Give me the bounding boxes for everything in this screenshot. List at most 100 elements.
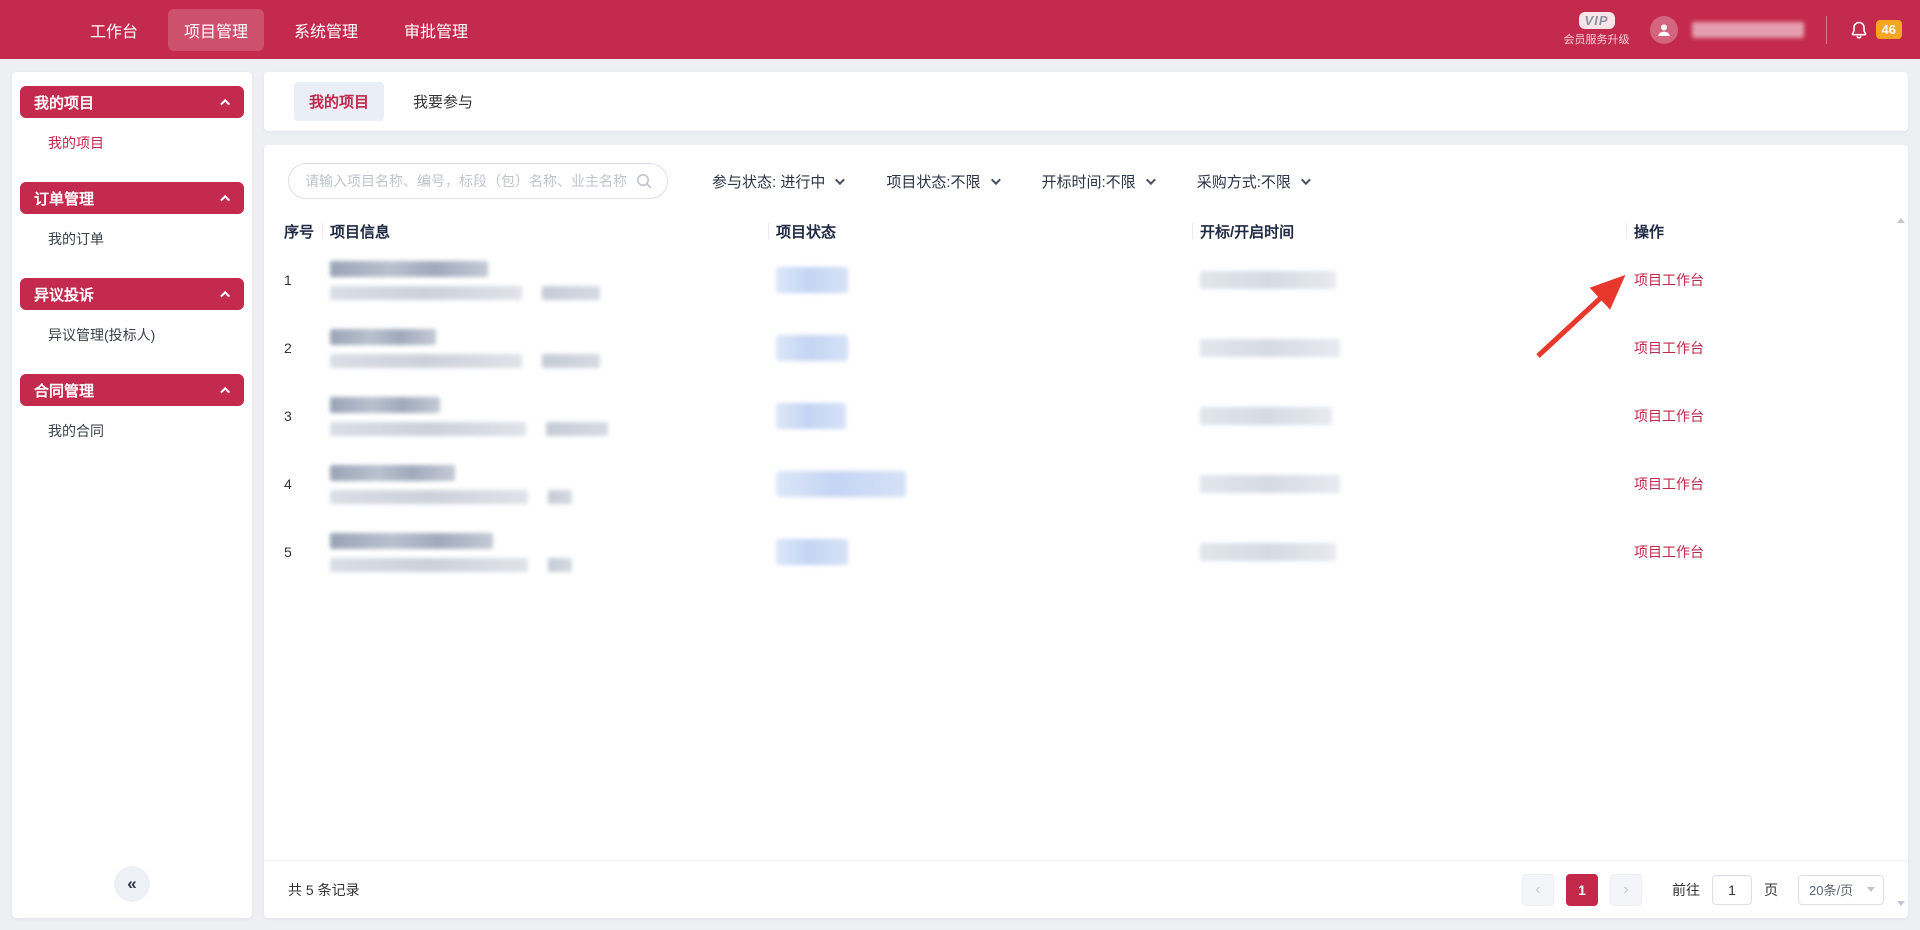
scrollbar-down-arrow[interactable] (1897, 901, 1905, 906)
project-info-redacted (322, 518, 768, 586)
redacted-project-tag (548, 490, 572, 504)
sidebar-group-objection-complaint[interactable]: 异议投诉 (20, 278, 244, 310)
search-input[interactable] (305, 173, 635, 189)
row-index: 4 (284, 476, 292, 492)
table-row: 5 项目工作台 (276, 518, 1894, 586)
filter-label: 参与状态: 进行中 (712, 171, 825, 192)
notification-count-badge: 46 (1876, 20, 1902, 39)
redacted-project-meta (330, 422, 526, 436)
opening-time-redacted (1200, 543, 1336, 561)
pagination-bar: 共 5 条记录 ‹ 1 › 前往 页 20条/页 (264, 860, 1908, 918)
status-badge-redacted (776, 539, 848, 565)
redacted-project-meta (330, 354, 522, 368)
topbar-divider (1826, 16, 1827, 44)
project-workbench-link[interactable]: 项目工作台 (1634, 474, 1704, 494)
chevron-up-icon (220, 290, 230, 300)
sidebar-collapse-button[interactable]: « (114, 866, 150, 902)
project-workbench-link[interactable]: 项目工作台 (1634, 542, 1704, 562)
table-body: 1 项目工作台 2 项目工作台 (264, 246, 1908, 586)
prev-page-button[interactable]: ‹ (1522, 874, 1554, 906)
total-records-label: 共 5 条记录 (288, 880, 360, 900)
opening-time-redacted (1200, 475, 1340, 493)
table-row: 4 项目工作台 (276, 450, 1894, 518)
filter-project-status[interactable]: 项目状态:不限 (886, 171, 997, 192)
chevron-right-icon: › (1623, 881, 1628, 899)
row-index: 1 (284, 272, 292, 288)
column-header-project-status: 项目状态 (768, 216, 1192, 246)
filter-participation-status[interactable]: 参与状态: 进行中 (712, 171, 842, 192)
sidebar-group-contract-management[interactable]: 合同管理 (20, 374, 244, 406)
status-badge-redacted (776, 267, 848, 293)
scrollbar-up-arrow[interactable] (1897, 218, 1905, 223)
person-icon (1656, 22, 1672, 38)
username-redacted (1692, 22, 1804, 38)
redacted-project-title (330, 397, 440, 413)
avatar[interactable] (1650, 16, 1678, 44)
table-row: 3 项目工作台 (276, 382, 1894, 450)
sidebar-item-my-projects[interactable]: 我的项目 (12, 118, 252, 168)
nav-item-approval-management[interactable]: 审批管理 (388, 9, 484, 51)
chevron-down-icon (835, 175, 845, 185)
page-size-select[interactable]: 20条/页 (1798, 875, 1884, 905)
sidebar-item-my-contracts[interactable]: 我的合同 (12, 406, 252, 456)
row-index: 3 (284, 408, 292, 424)
chevron-down-icon (1146, 175, 1156, 185)
project-workbench-link[interactable]: 项目工作台 (1634, 406, 1704, 426)
status-badge-redacted (776, 471, 906, 497)
column-header-actions: 操作 (1626, 216, 1894, 246)
tab-my-projects[interactable]: 我的项目 (294, 82, 384, 121)
goto-page-label: 前往 (1672, 880, 1700, 900)
tab-i-want-to-participate[interactable]: 我要参与 (398, 82, 488, 121)
sidebar-group-label: 我的项目 (34, 92, 94, 113)
page-unit-label: 页 (1764, 880, 1778, 900)
sidebar-item-objection-management[interactable]: 异议管理(投标人) (12, 310, 252, 360)
opening-time-redacted (1200, 407, 1332, 425)
search-box[interactable] (288, 163, 668, 199)
nav-item-project-management[interactable]: 项目管理 (168, 9, 264, 51)
project-workbench-link[interactable]: 项目工作台 (1634, 270, 1704, 290)
status-badge-redacted (776, 403, 846, 429)
status-badge-redacted (776, 335, 848, 361)
filter-procurement-method[interactable]: 采购方式:不限 (1197, 171, 1308, 192)
tab-bar: 我的项目 我要参与 (264, 72, 1908, 131)
sidebar-item-my-orders[interactable]: 我的订单 (12, 214, 252, 264)
column-header-index: 序号 (276, 216, 322, 246)
nav-item-workbench[interactable]: 工作台 (74, 9, 154, 51)
filter-bid-opening-time[interactable]: 开标时间:不限 (1042, 171, 1153, 192)
redacted-project-title (330, 261, 488, 277)
sidebar-group-order-management[interactable]: 订单管理 (20, 182, 244, 214)
project-list-panel: 参与状态: 进行中 项目状态:不限 开标时间:不限 采购方式:不限 序号 项目信… (264, 145, 1908, 918)
sidebar-group-label: 订单管理 (34, 188, 94, 209)
chevron-up-icon (220, 98, 230, 108)
table-row: 1 项目工作台 (276, 246, 1894, 314)
notifications[interactable]: 46 (1849, 20, 1902, 40)
redacted-project-title (330, 533, 493, 549)
row-index: 5 (284, 544, 292, 560)
sidebar-group-label: 异议投诉 (34, 284, 94, 305)
redacted-project-meta (330, 286, 522, 300)
topbar-right-cluster: VIP 会员服务升级 46 (1564, 0, 1902, 59)
table-header: 序号 项目信息 项目状态 开标/开启时间 操作 (276, 216, 1894, 246)
table-row: 2 项目工作台 (276, 314, 1894, 382)
project-info-redacted (322, 246, 768, 314)
vip-icon: VIP (1579, 12, 1615, 29)
vip-upgrade[interactable]: VIP 会员服务升级 (1564, 12, 1630, 47)
next-page-button[interactable]: › (1610, 874, 1642, 906)
double-chevron-left-icon: « (127, 874, 136, 894)
vip-caption: 会员服务升级 (1564, 31, 1630, 47)
redacted-project-tag (548, 558, 572, 572)
redacted-project-meta (330, 490, 528, 504)
opening-time-redacted (1200, 271, 1336, 289)
page-number-button[interactable]: 1 (1566, 874, 1598, 906)
sidebar-group-my-projects[interactable]: 我的项目 (20, 86, 244, 118)
search-icon[interactable] (635, 172, 653, 190)
filter-row: 参与状态: 进行中 项目状态:不限 开标时间:不限 采购方式:不限 (288, 161, 1884, 201)
project-info-redacted (322, 314, 768, 382)
goto-page-input[interactable] (1712, 875, 1752, 905)
filter-label: 项目状态:不限 (886, 171, 980, 192)
nav-item-system-management[interactable]: 系统管理 (278, 9, 374, 51)
filter-label: 采购方式:不限 (1197, 171, 1291, 192)
redacted-project-meta (330, 558, 528, 572)
project-workbench-link[interactable]: 项目工作台 (1634, 338, 1704, 358)
sidebar-group-label: 合同管理 (34, 380, 94, 401)
